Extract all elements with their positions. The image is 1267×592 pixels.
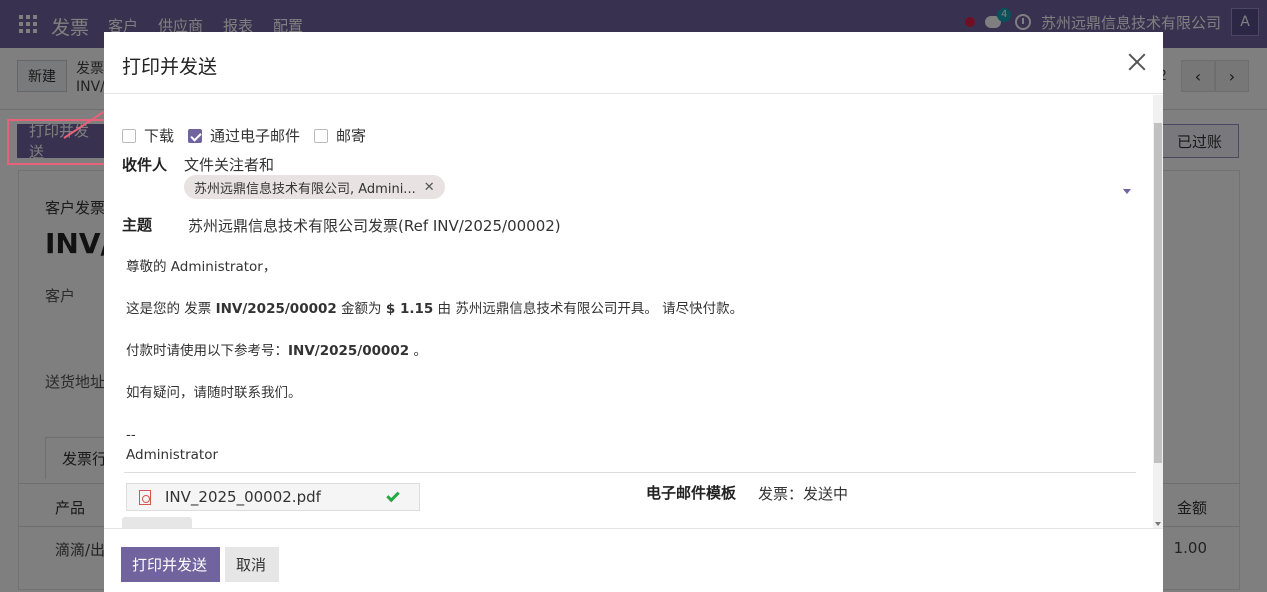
subject-label: 主题 (122, 216, 153, 234)
close-icon[interactable] (1125, 50, 1149, 74)
signature-separator: -- (126, 427, 136, 443)
template-label: 电子邮件模板 (646, 484, 737, 502)
download-label: 下载 (144, 127, 175, 145)
body-text: 由 苏州远鼎信息技术有限公司开具。 请尽快付款。 (433, 301, 744, 317)
body-invoice-number: INV/2025/00002 (215, 301, 337, 317)
scrollbar[interactable] (1153, 95, 1163, 528)
body-text: 这是您的 发票 (126, 301, 216, 317)
recipients-text: 文件关注者和 (184, 156, 275, 174)
option-download[interactable]: 下载 (122, 125, 174, 146)
attachment-name: INV_2025_00002.pdf (165, 488, 321, 506)
recipient-tag[interactable]: 苏州远鼎信息技术有限公司, Admini... ✕ (184, 175, 445, 199)
post-label: 邮寄 (336, 127, 367, 145)
cancel-button[interactable]: 取消 (225, 547, 279, 582)
body-line-reference: 付款时请使用以下参考号：INV/2025/00002 。 (126, 341, 1136, 361)
dialog-body: 下载 通过电子邮件 邮寄 收件人 文件关注者和 苏州远鼎信息技术有限公司, Ad… (104, 95, 1163, 528)
remove-tag-icon[interactable]: ✕ (424, 180, 435, 195)
attachment-item[interactable]: INV_2025_00002.pdf (126, 483, 420, 511)
body-divider (124, 472, 1136, 473)
scrollbar-thumb[interactable] (1154, 123, 1162, 463)
attach-file-button[interactable] (122, 517, 192, 528)
recipients-dropdown-icon[interactable] (1123, 189, 1131, 194)
body-line-contact: 如有疑问，请随时联系我们。 (126, 385, 302, 401)
subject-input[interactable]: 苏州远鼎信息技术有限公司发票(Ref INV/2025/00002) (188, 215, 561, 236)
email-label: 通过电子邮件 (210, 127, 301, 145)
body-amount: $ 1.15 (385, 301, 434, 317)
scroll-down-icon[interactable] (1155, 522, 1161, 526)
annotation-highlight-box (7, 119, 107, 165)
template-select[interactable]: 发票：发送中 (758, 483, 848, 504)
option-post[interactable]: 邮寄 (314, 125, 366, 146)
body-greeting: 尊敬的 Administrator， (126, 259, 277, 275)
download-checkbox[interactable] (122, 128, 136, 143)
dialog-footer: 打印并发送 取消 (104, 528, 1163, 592)
recipients-label: 收件人 (122, 156, 168, 174)
body-text: 金额为 (336, 301, 386, 317)
print-send-button[interactable]: 打印并发送 (121, 547, 220, 582)
body-text: 付款时请使用以下参考号： (126, 343, 288, 359)
body-reference: INV/2025/00002 (288, 343, 410, 359)
signature-name: Administrator (126, 447, 219, 463)
option-email[interactable]: 通过电子邮件 (188, 125, 300, 146)
check-icon (386, 488, 400, 502)
email-checkbox[interactable] (188, 128, 203, 143)
print-send-dialog: 打印并发送 下载 通过电子邮件 邮寄 收件人 文件关注者和 苏州远鼎信息技术有限… (104, 32, 1163, 592)
dialog-title: 打印并发送 (122, 56, 218, 78)
body-text: 。 (409, 343, 427, 359)
post-checkbox[interactable] (314, 128, 329, 143)
recipient-tag-label: 苏州远鼎信息技术有限公司, Admini... (194, 181, 416, 197)
dialog-header: 打印并发送 (104, 32, 1163, 94)
pdf-file-icon (139, 489, 151, 505)
body-line-amount: 这是您的 发票 INV/2025/00002 金额为 $ 1.15 由 苏州远鼎… (126, 299, 1136, 319)
send-options: 下载 通过电子邮件 邮寄 (122, 125, 366, 146)
email-body-editor[interactable]: 尊敬的 Administrator， 这是您的 发票 INV/2025/0000… (126, 257, 1136, 465)
